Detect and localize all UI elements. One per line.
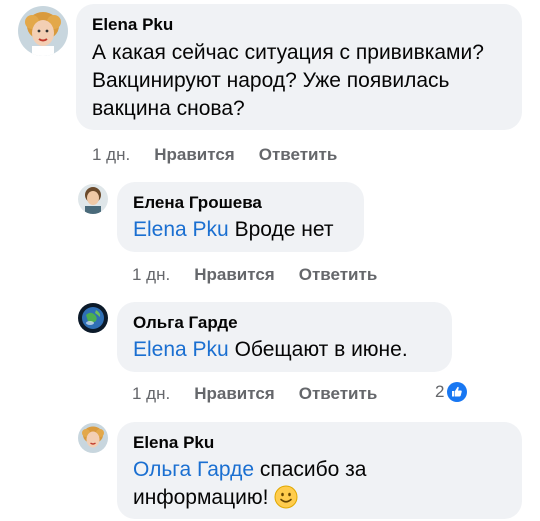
mention-link[interactable]: Ольга Гарде xyxy=(133,458,254,481)
comment-text-row: Elena Pku Вроде нет xyxy=(133,216,348,244)
avatar-elena-pku[interactable] xyxy=(18,6,68,56)
comment-author[interactable]: Елена Грошева xyxy=(133,193,348,213)
comment-author[interactable]: Elena Pku xyxy=(92,15,506,35)
comment-text: А какая сейчас ситуация с прививками? Ва… xyxy=(92,41,484,120)
reaction-count: 2 xyxy=(435,382,445,401)
mention-link[interactable]: Elena Pku xyxy=(133,218,229,241)
comment-author[interactable]: Elena Pku xyxy=(133,433,506,453)
comment-author[interactable]: Ольга Гарде xyxy=(133,313,436,333)
comment-time[interactable]: 1 дн. xyxy=(92,145,130,164)
reaction-summary[interactable]: 2 xyxy=(435,380,468,404)
comment-text-row: Elena Pku Обещают в июне. xyxy=(133,336,436,364)
avatar-elena-pku[interactable] xyxy=(78,423,108,453)
comment-time[interactable]: 1 дн. xyxy=(132,265,170,284)
like-button[interactable]: Нравится xyxy=(154,145,235,164)
comment-actions: 1 дн. Нравится Ответить xyxy=(132,265,401,285)
like-button[interactable]: Нравится xyxy=(194,384,275,403)
comment-text-row: Ольга Гарде спасибо за информацию! xyxy=(133,456,403,512)
smiley-face-icon xyxy=(274,485,298,509)
avatar-elena-grosheva[interactable] xyxy=(78,184,108,214)
mention-link[interactable]: Elena Pku xyxy=(133,338,229,361)
avatar-olga-garde[interactable] xyxy=(78,303,108,333)
like-button[interactable]: Нравится xyxy=(194,265,275,284)
reply-button[interactable]: Ответить xyxy=(259,145,338,164)
comment-text: Обещают в июне. xyxy=(234,338,408,361)
comment-actions: 1 дн. Нравится Ответить xyxy=(92,145,361,165)
comment-bubble: Elena Pku А какая сейчас ситуация с прив… xyxy=(76,4,522,130)
comment-bubble: Ольга Гарде Elena Pku Обещают в июне. xyxy=(117,302,452,372)
comment-time[interactable]: 1 дн. xyxy=(132,384,170,403)
comment-text: Вроде нет xyxy=(234,218,334,241)
reply-button[interactable]: Ответить xyxy=(299,265,378,284)
comment-bubble: Елена Грошева Elena Pku Вроде нет xyxy=(117,182,364,252)
comment-bubble: Elena Pku Ольга Гарде спасибо за информа… xyxy=(117,422,522,519)
like-thumb-icon xyxy=(447,382,468,402)
comment-actions: 1 дн. Нравится Ответить xyxy=(132,384,401,404)
reply-button[interactable]: Ответить xyxy=(299,384,378,403)
